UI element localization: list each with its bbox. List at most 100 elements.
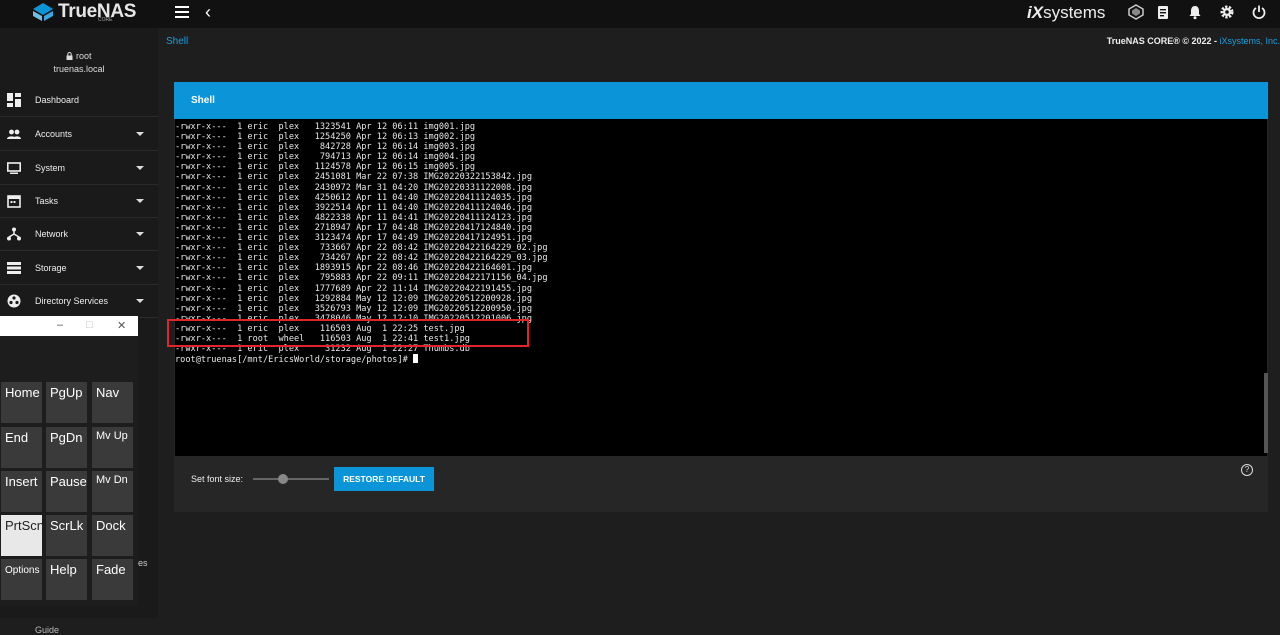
truecommand-icon[interactable] bbox=[1128, 4, 1144, 20]
terminal-line: -rwxr-x--- 1 eric plex 1292884 May 12 12… bbox=[175, 293, 532, 304]
storage-icon bbox=[7, 262, 21, 274]
chevron-down-icon bbox=[136, 199, 144, 203]
osk-key-pause[interactable]: Pause bbox=[46, 471, 87, 512]
close-button[interactable]: ✕ bbox=[117, 319, 126, 332]
ixsystems-link[interactable]: iXsystems, Inc. bbox=[1219, 36, 1280, 46]
maximize-button[interactable]: □ bbox=[86, 319, 93, 331]
terminal-line: -rwxr-x--- 1 eric plex 1777689 Apr 22 11… bbox=[175, 283, 532, 294]
truenas-logo[interactable]: TrueNAS CORE bbox=[32, 1, 136, 23]
osk-key-fade[interactable]: Fade bbox=[92, 559, 133, 600]
osk-title-bar: – □ ✕ bbox=[0, 316, 138, 336]
tasks-icon bbox=[7, 195, 21, 208]
osk-key-pgdn[interactable]: PgDn bbox=[46, 427, 87, 468]
sidebar-item-label: Dashboard bbox=[35, 95, 80, 105]
user-info: root truenas.local bbox=[0, 50, 158, 76]
sidebar-item-label: Tasks bbox=[35, 196, 59, 206]
sidebar-item-tasks[interactable]: Tasks bbox=[0, 185, 158, 218]
gear-icon[interactable] bbox=[1219, 4, 1235, 20]
directory-icon bbox=[7, 294, 21, 308]
truenas-logo-icon bbox=[33, 3, 53, 21]
on-screen-keyboard: – □ ✕ Home PgUp Nav End PgDn Mv Up Insert Pause… bbox=[0, 316, 138, 606]
terminal-line: -rwxr-x--- 1 eric plex 4250612 Apr 11 04… bbox=[175, 192, 532, 203]
osk-key-insert[interactable]: Insert bbox=[1, 471, 42, 512]
sidebar-item-label: Accounts bbox=[35, 129, 73, 139]
shell-card: Shell -rwxr-x--- 1 eric plex 1323541 Apr… bbox=[174, 82, 1268, 512]
lock-icon bbox=[66, 52, 73, 60]
terminal-line: -rwxr-x--- 1 eric plex 2718947 Apr 17 04… bbox=[175, 222, 532, 233]
terminal-line: -rwxr-x--- 1 eric plex 2430972 Mar 31 04… bbox=[175, 182, 532, 193]
osk-key-help[interactable]: Help bbox=[46, 559, 87, 600]
restore-default-button[interactable]: RESTORE DEFAULT bbox=[334, 467, 434, 491]
annotation-highlight-box bbox=[167, 319, 529, 347]
terminal-line: -rwxr-x--- 1 eric plex 1254250 Apr 12 06… bbox=[175, 132, 476, 143]
terminal-line: -rwxr-x--- 1 eric plex 3526793 May 12 12… bbox=[175, 303, 532, 314]
osk-key-scrlk[interactable]: ScrLk bbox=[46, 515, 87, 556]
terminal-line: -rwxr-x--- 1 eric plex 842728 Apr 12 06:… bbox=[175, 142, 476, 153]
logo-subtext: CORE bbox=[98, 17, 113, 23]
chevron-down-icon bbox=[136, 232, 144, 236]
terminal-scrollbar[interactable] bbox=[1264, 373, 1268, 453]
terminal-line: -rwxr-x--- 1 eric plex 3123474 Apr 17 04… bbox=[175, 233, 532, 244]
chevron-down-icon bbox=[136, 266, 144, 270]
terminal-line: -rwxr-x--- 1 eric plex 795883 Apr 22 09:… bbox=[175, 273, 548, 284]
terminal-prompt: root@truenas[/mnt/EricsWorld/storage/pho… bbox=[175, 354, 548, 365]
copyright: TrueNAS CORE® © 2022 - iXsystems, Inc. bbox=[1107, 36, 1280, 46]
prompt-text: root@truenas[/mnt/EricsWorld/storage/pho… bbox=[175, 355, 413, 366]
terminal-line: -rwxr-x--- 1 eric plex 1323541 Apr 12 06… bbox=[175, 122, 476, 132]
accounts-icon bbox=[7, 129, 21, 139]
osk-key-end[interactable]: End bbox=[1, 427, 42, 468]
terminal-line: -rwxr-x--- 1 eric plex 3922514 Apr 11 04… bbox=[175, 202, 532, 213]
font-size-label: Set font size: bbox=[191, 474, 244, 484]
user-name-row: root bbox=[0, 50, 158, 63]
osk-key-mv-up[interactable]: Mv Up bbox=[92, 427, 133, 468]
terminal-line: -rwxr-x--- 1 eric plex 794713 Apr 12 06:… bbox=[175, 152, 476, 163]
osk-key-pgup[interactable]: PgUp bbox=[46, 382, 87, 423]
terminal-line: -rwxr-x--- 1 eric plex 4822338 Apr 11 04… bbox=[175, 212, 532, 223]
osk-key-options[interactable]: Options bbox=[1, 559, 42, 600]
collapse-chevron-icon[interactable]: ‹ bbox=[205, 2, 211, 23]
terminal-cursor bbox=[413, 354, 418, 364]
terminal-line: -rwxr-x--- 1 eric plex 734267 Apr 22 08:… bbox=[175, 253, 548, 264]
shell-card-header: Shell bbox=[174, 82, 1268, 119]
menu-toggle-icon[interactable] bbox=[175, 6, 189, 18]
sidebar-item-guide[interactable]: Guide bbox=[35, 625, 59, 635]
sidebar-item-label: Directory Services bbox=[35, 296, 109, 306]
osk-key-dock[interactable]: Dock bbox=[92, 515, 133, 556]
font-size-slider[interactable] bbox=[253, 478, 329, 480]
help-icon[interactable]: ? bbox=[1241, 464, 1253, 476]
chevron-down-icon bbox=[136, 166, 144, 170]
hostname: truenas.local bbox=[53, 64, 105, 74]
osk-key-home[interactable]: Home bbox=[1, 382, 42, 423]
top-bar: TrueNAS CORE ‹ iXsystems bbox=[0, 0, 1280, 28]
brand-suffix: systems bbox=[1043, 3, 1106, 22]
sidebar-item-label: System bbox=[35, 163, 66, 173]
osk-blank-area bbox=[0, 336, 138, 382]
chevron-down-icon bbox=[136, 299, 144, 303]
osk-key-mv-dn[interactable]: Mv Dn bbox=[92, 471, 133, 512]
system-icon bbox=[7, 162, 21, 174]
minimize-button[interactable]: – bbox=[57, 319, 63, 331]
terminal-line: -rwxr-x--- 1 eric plex 733667 Apr 22 08:… bbox=[175, 243, 548, 254]
clipboard-icon[interactable] bbox=[1155, 4, 1171, 20]
terminal-line: -rwxr-x--- 1 eric plex 2451081 Mar 22 07… bbox=[175, 172, 532, 183]
sidebar-item-label: Storage bbox=[35, 263, 67, 273]
terminal-line: -rwxr-x--- 1 eric plex 1893915 Apr 22 08… bbox=[175, 263, 532, 274]
sidebar-item-accounts[interactable]: Accounts bbox=[0, 118, 158, 151]
sidebar-item-partial[interactable]: es bbox=[138, 558, 148, 568]
ixsystems-logo[interactable]: iXsystems bbox=[1027, 3, 1105, 23]
sidebar-item-directory-services[interactable]: Directory Services bbox=[0, 285, 158, 318]
copyright-text: TrueNAS CORE® © 2022 - bbox=[1106, 36, 1220, 46]
osk-key-nav[interactable]: Nav bbox=[92, 382, 133, 423]
sidebar-item-dashboard[interactable]: Dashboard bbox=[0, 84, 158, 117]
sidebar-item-system[interactable]: System bbox=[0, 152, 158, 185]
shell-card-title: Shell bbox=[191, 95, 215, 106]
osk-key-prtscn[interactable]: PrtScn bbox=[1, 515, 44, 556]
sidebar-item-storage[interactable]: Storage bbox=[0, 252, 158, 285]
power-icon[interactable] bbox=[1251, 4, 1267, 20]
sidebar-item-network[interactable]: Network bbox=[0, 218, 158, 251]
terminal[interactable]: -rwxr-x--- 1 eric plex 1323541 Apr 12 06… bbox=[175, 119, 1267, 456]
breadcrumb[interactable]: Shell bbox=[166, 36, 188, 47]
bell-icon[interactable] bbox=[1187, 4, 1203, 20]
dashboard-icon bbox=[7, 93, 21, 107]
user-name: root bbox=[76, 51, 92, 61]
